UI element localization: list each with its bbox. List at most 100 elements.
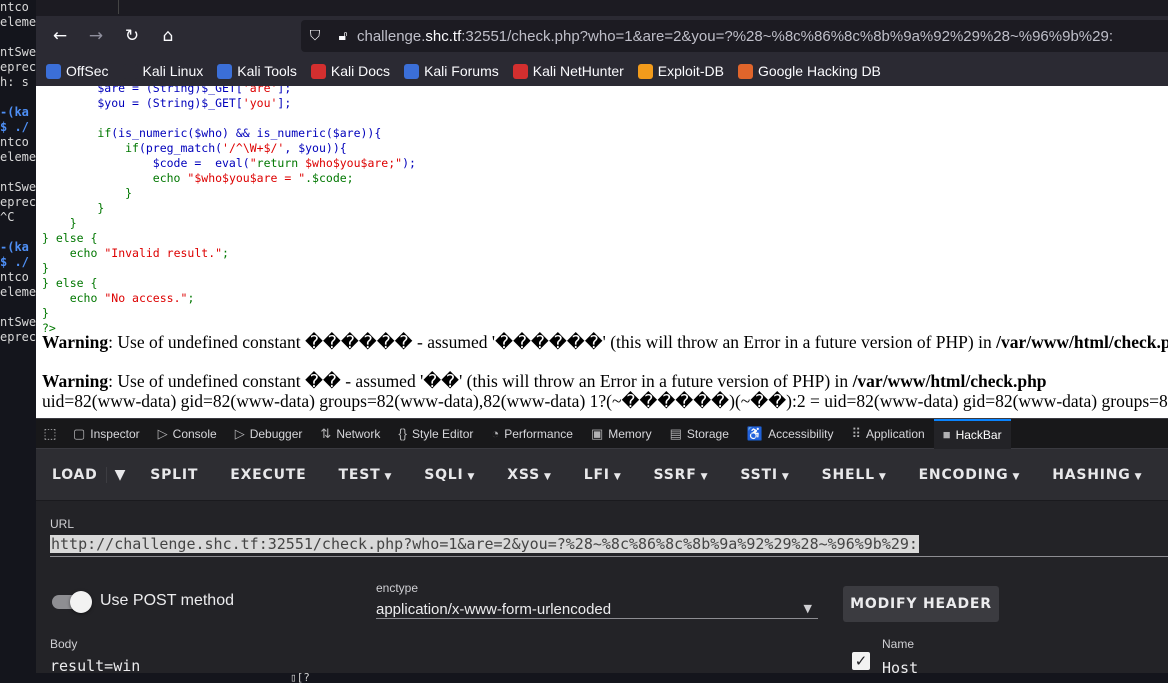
bookmark-item[interactable]: Kali Docs	[310, 63, 390, 79]
post-body-input[interactable]: result=win	[50, 657, 140, 675]
hackbar-menu-cus[interactable]: CUS	[1158, 467, 1168, 483]
modify-header-button[interactable]: MODIFY HEADER	[843, 586, 999, 622]
devtools-tab-storage[interactable]: ▤ Storage	[661, 419, 738, 449]
hackbar-url-text[interactable]: http://challenge.shc.tf:32551/check.php?…	[50, 535, 919, 553]
devtools-tab-bar: ⬚ ▢ Inspector ▷ Console ▷ Debugger ⇅ Network {} S…	[36, 418, 1168, 449]
devtools-tab-label: Inspector	[90, 426, 140, 441]
terminal-line: -(ka	[0, 105, 29, 119]
body-label: Body	[50, 637, 78, 651]
devtools-tab-performance[interactable]: ◔ Performance	[482, 419, 582, 449]
load-dropdown-caret-icon[interactable]: ▼	[105, 466, 135, 483]
header-name-input[interactable]: Host	[882, 659, 918, 677]
bookmark-item[interactable]: Kali Forums	[404, 63, 499, 79]
code-line: } else {	[42, 231, 98, 245]
code-line: echo "Invalid result.";	[69, 246, 229, 260]
hackbar-menu-encoding[interactable]: ENCODING ▼	[903, 467, 1037, 483]
bookmark-favicon-icon	[46, 63, 61, 79]
enctype-select[interactable]: application/x-www-form-urlencoded ▼	[376, 589, 818, 619]
terminal-bottom-line: ▯[?	[36, 672, 1168, 683]
code-line: }	[42, 186, 133, 200]
terminal-strip: ntco eleme ntSwe eprec h: s -(ka $ ./ntco eleme…	[0, 0, 36, 683]
hackbar-menu-hashing[interactable]: HASHING ▼	[1036, 467, 1158, 483]
address-text[interactable]: challenge.shc.tf:32551/check.php?who=1&a…	[357, 28, 1113, 45]
caret-down-icon: ▼	[781, 471, 790, 482]
terminal-line: ntco	[0, 0, 29, 14]
hackbar-menu-shell[interactable]: SHELL ▼	[806, 467, 903, 483]
terminal-line: eprec	[0, 60, 36, 74]
hackbar-menu-label: HASHING	[1052, 466, 1131, 483]
shield-icon[interactable]: ⛉	[301, 28, 329, 44]
devtools-tab-console[interactable]: ▷ Console	[149, 419, 226, 449]
bookmark-label: Kali NetHunter	[532, 63, 624, 79]
bookmark-item[interactable]: Google Hacking DB	[737, 63, 881, 79]
chevron-down-icon[interactable]: ▼	[804, 602, 812, 615]
hackbar-menu-test[interactable]: TEST ▼	[323, 467, 409, 483]
hackbar-menu-label: EXECUTE	[230, 466, 307, 483]
devtools-tab-label: Performance	[504, 426, 573, 441]
caret-down-icon: ▼	[613, 471, 622, 482]
hackbar-menu-label: XSS	[507, 466, 540, 483]
page-content: $are = (String)$_GET['are']; $you = (Str…	[36, 86, 1168, 418]
devtools-tab-icon: ▷	[234, 425, 245, 441]
devtools-panel: ⬚ ▢ Inspector ▷ Console ▷ Debugger ⇅ Network {} S…	[36, 418, 1168, 677]
devtools-tab-hackbar[interactable]: ■ HackBar	[933, 418, 1011, 449]
hackbar-menu-label: SPLIT	[150, 466, 199, 483]
terminal-line: -(ka	[0, 240, 29, 254]
home-icon[interactable]: ⌂	[150, 20, 186, 52]
hackbar-menu-sqli[interactable]: SQLI ▼	[408, 467, 491, 483]
reload-icon[interactable]: ↻	[114, 20, 150, 52]
terminal-line: eleme	[0, 150, 36, 164]
forward-arrow-icon[interactable]: →	[78, 20, 114, 52]
devtools-tab-debugger[interactable]: ▷ Debugger	[226, 419, 312, 449]
bookmark-item[interactable]: OffSec	[46, 63, 109, 79]
hackbar-url-field[interactable]: http://challenge.shc.tf:32551/check.php?…	[50, 517, 1168, 557]
bookmark-item[interactable]: Exploit-DB	[637, 63, 724, 79]
bookmark-item[interactable]: Kali Linux	[122, 63, 203, 79]
header-enabled-checkbox[interactable]: ✓	[852, 652, 870, 670]
hackbar-menu-ssrf[interactable]: SSRF ▼	[638, 467, 725, 483]
caret-down-icon: ▼	[878, 471, 887, 482]
php-warning-1: Warning: Use of undefined constant �����…	[42, 332, 1168, 352]
caret-down-icon: ▼	[384, 471, 393, 482]
hackbar-menu-execute[interactable]: EXECUTE	[214, 467, 322, 483]
bookmark-favicon-icon	[737, 63, 753, 79]
hackbar-menu-ssti[interactable]: SSTI ▼	[724, 467, 805, 483]
php-warning-2: Warning: Use of undefined constant �� - …	[42, 371, 1047, 391]
hackbar-menu-xss[interactable]: XSS ▼	[491, 467, 567, 483]
devtools-tab-application[interactable]: ⠿ Application	[842, 419, 933, 449]
caret-down-icon: ▼	[700, 471, 709, 482]
devtools-tab-icon: ▤	[669, 425, 682, 441]
devtools-tab-memory[interactable]: ▣ Memory	[582, 419, 661, 449]
devtools-tab-style-editor[interactable]: {} Style Editor	[389, 419, 482, 449]
devtools-tab-accessibility[interactable]: ♿ Accessibility	[738, 419, 843, 449]
element-picker-icon[interactable]: ⬚	[36, 425, 64, 442]
caret-down-icon: ▼	[1012, 471, 1021, 482]
code-line: $you = (String)$_GET['you'];	[42, 96, 292, 110]
hackbar-menu: LOAD ▼ SPLIT EXECUTE TEST ▼ SQLI ▼ XSS ▼ LFI ▼ SSR…	[36, 449, 1168, 501]
devtools-tab-icon: ▷	[157, 425, 168, 441]
bookmark-item[interactable]: Kali NetHunter	[512, 63, 624, 79]
devtools-tab-inspector[interactable]: ▢ Inspector	[64, 419, 149, 449]
post-method-toggle[interactable]	[52, 591, 92, 613]
terminal-line: eleme	[0, 15, 36, 29]
bookmark-favicon-icon	[637, 63, 653, 79]
hackbar-menu-label: LFI	[583, 466, 610, 483]
back-arrow-icon[interactable]: ←	[42, 20, 78, 52]
hackbar-menu-lfi[interactable]: LFI ▼	[568, 467, 638, 483]
address-bar[interactable]: ⛉ 🔓︎ challenge.shc.tf:32551/check.php?wh…	[301, 20, 1168, 52]
hackbar-menu-split[interactable]: SPLIT	[134, 467, 214, 483]
devtools-tab-network[interactable]: ⇅ Network	[311, 419, 389, 449]
devtools-tab-icon: ♿	[746, 425, 764, 441]
devtools-tab-label: Debugger	[249, 426, 303, 441]
devtools-tab-label: HackBar	[955, 427, 1002, 442]
hackbar-load-button[interactable]: LOAD	[36, 467, 106, 483]
hackbar-body: URL http://challenge.shc.tf:32551/check.…	[36, 503, 1168, 677]
bookmark-item[interactable]: Kali Tools	[217, 63, 297, 79]
insecure-lock-icon[interactable]: 🔓︎	[329, 28, 357, 44]
caret-down-icon: ▼	[467, 471, 476, 482]
tab-strip	[36, 0, 1168, 16]
code-line: if(is_numeric($who) && is_numeric($are))…	[97, 126, 382, 140]
